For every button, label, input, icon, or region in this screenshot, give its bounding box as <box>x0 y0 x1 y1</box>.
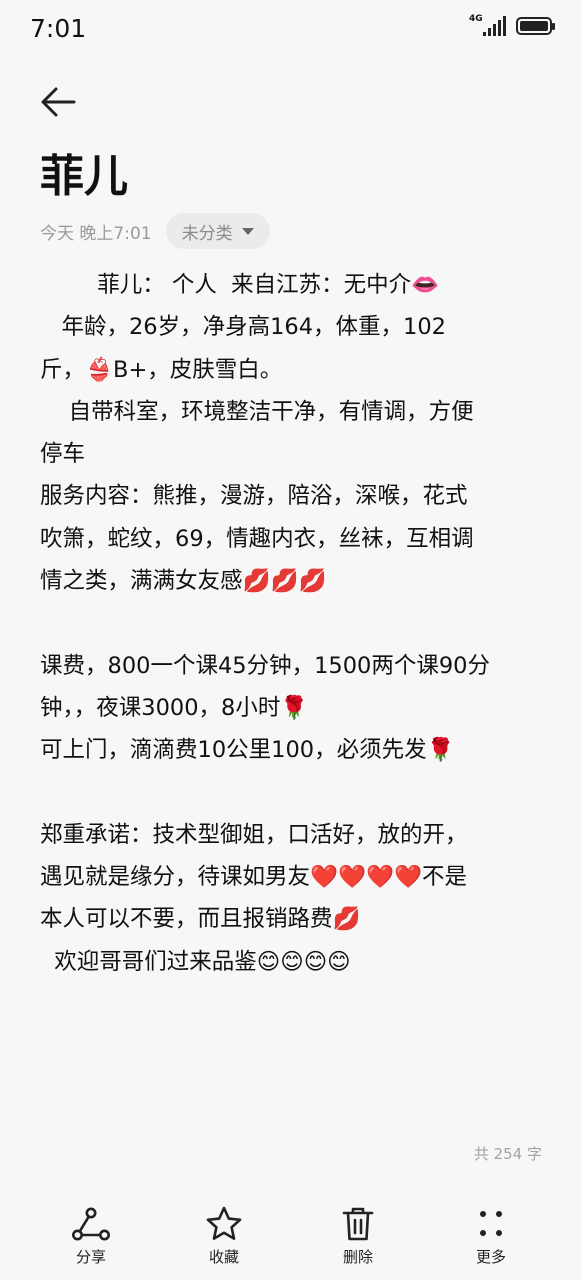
note-line: 情之类，满满女友感💋💋💋 <box>40 568 327 595</box>
delete-button[interactable]: 删除 <box>318 1205 398 1267</box>
status-icons: 4G <box>469 14 555 36</box>
favorite-button[interactable]: 收藏 <box>184 1205 264 1267</box>
note-line: 年龄，26岁，净身高164，体重，102 <box>40 314 446 341</box>
back-button[interactable] <box>36 80 80 124</box>
delete-label: 删除 <box>342 1248 373 1266</box>
note-line: 欢迎哥哥们过来品鉴😊😊😊😊 <box>40 948 351 975</box>
note-line: 本人可以不要，而且报销路费💋 <box>40 906 361 933</box>
note-title[interactable]: 菲儿 <box>40 140 128 204</box>
note-line: 服务内容：熊推，漫游，陪浴，深喉，花式 <box>40 483 468 510</box>
note-line: 课费，800一个课45分钟，1500两个课90分 <box>40 652 490 679</box>
network-label: 4G <box>469 14 483 24</box>
arrow-left-icon <box>41 87 76 117</box>
note-line <box>40 602 546 644</box>
note-line: 停车 <box>40 441 86 468</box>
note-line <box>40 772 546 814</box>
signal-icon: 4G <box>469 14 506 36</box>
note-line: 斤，👙B+，皮肤雪白。 <box>40 356 283 383</box>
note-date: 今天 晚上7:01 <box>40 223 152 244</box>
more-label: 更多 <box>475 1248 506 1266</box>
note-line: 吹箫，蛇纹，69，情趣内衣，丝袜，互相调 <box>40 525 474 552</box>
battery-icon <box>516 17 555 35</box>
note-line: 菲儿： 个人 来自江苏：无中介👄 <box>40 272 440 298</box>
category-label: 未分类 <box>181 223 233 244</box>
dots-grid-icon <box>480 1211 502 1236</box>
share-button[interactable]: 分享 <box>51 1205 131 1267</box>
bottom-toolbar: 分享 收藏 删除 更多 <box>0 1195 582 1280</box>
share-label: 分享 <box>75 1248 106 1266</box>
note-body[interactable]: 菲儿： 个人 来自江苏：无中介👄 年龄，26岁，净身高164，体重，102 斤，… <box>40 264 546 983</box>
chevron-down-icon <box>241 227 254 235</box>
trash-icon <box>342 1207 374 1241</box>
star-outline-icon <box>206 1206 242 1240</box>
share-nodes-icon <box>72 1207 110 1241</box>
more-button[interactable]: 更多 <box>451 1205 531 1267</box>
note-line: 可上门，滴滴费10公里100，必须先发🌹 <box>40 737 455 764</box>
note-line: 郑重承诺：技术型御姐，口活好，放的开， <box>40 821 468 848</box>
note-line: 遇见就是缘分，待课如男友❤️❤️❤️❤️不是 <box>40 864 468 891</box>
note-line: 自带科室，环境整洁干净，有情调，方便 <box>40 398 474 425</box>
status-bar: 7:01 4G <box>0 0 582 58</box>
status-time: 7:01 <box>30 14 87 43</box>
favorite-label: 收藏 <box>208 1248 239 1266</box>
note-line: 钟，，夜课3000，8小时🌹 <box>40 694 309 721</box>
category-dropdown[interactable]: 未分类 <box>165 213 270 249</box>
note-meta: 今天 晚上7:01 未分类 <box>40 211 270 251</box>
word-count: 共 254 字 <box>473 1145 542 1163</box>
